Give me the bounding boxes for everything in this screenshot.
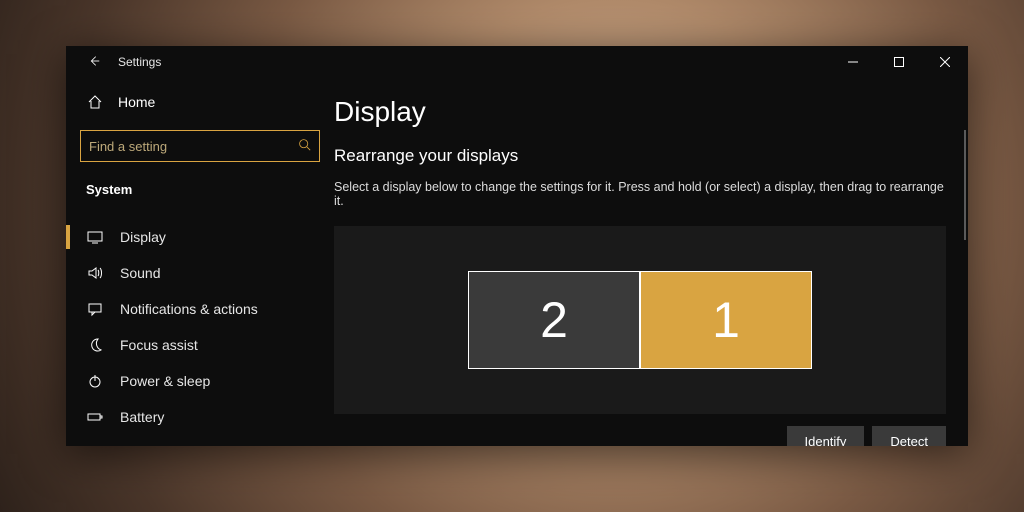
moon-icon — [86, 337, 104, 353]
monitor-2[interactable]: 2 — [468, 271, 640, 369]
minimize-button[interactable] — [830, 46, 876, 78]
maximize-icon — [894, 57, 904, 67]
search-icon — [298, 138, 311, 154]
sidebar-item-label: Sound — [120, 265, 160, 281]
page-title: Display — [334, 96, 946, 128]
power-icon — [86, 373, 104, 389]
close-button[interactable] — [922, 46, 968, 78]
search-input[interactable] — [89, 139, 298, 154]
speaker-icon — [86, 265, 104, 281]
sidebar-item-label: Notifications & actions — [120, 301, 258, 317]
back-button[interactable] — [74, 54, 114, 71]
sidebar-item-focus-assist[interactable]: Focus assist — [66, 327, 320, 363]
battery-icon — [86, 409, 104, 425]
close-icon — [940, 57, 950, 67]
sidebar-home[interactable]: Home — [80, 88, 320, 116]
search-box[interactable] — [80, 130, 320, 162]
sidebar-item-label: Power & sleep — [120, 373, 210, 389]
sidebar-item-sound[interactable]: Sound — [66, 255, 320, 291]
display-buttons-row: Identify Detect — [334, 426, 946, 446]
sidebar-item-display[interactable]: Display — [66, 219, 320, 255]
monitor-label: 1 — [712, 291, 740, 349]
minimize-icon — [848, 57, 858, 67]
section-subtitle: Rearrange your displays — [334, 146, 946, 166]
back-arrow-icon — [87, 54, 101, 68]
sidebar-item-power-sleep[interactable]: Power & sleep — [66, 363, 320, 399]
titlebar: Settings — [66, 46, 968, 78]
sidebar-item-label: Focus assist — [120, 337, 198, 353]
identify-button[interactable]: Identify — [787, 426, 865, 446]
settings-window: Settings Home System — [66, 46, 968, 446]
sidebar-category: System — [80, 178, 320, 201]
sidebar-nav: Display Sound Notifications & actions — [66, 219, 320, 435]
scrollbar[interactable] — [964, 130, 966, 240]
message-icon — [86, 301, 104, 317]
monitor-icon — [86, 229, 104, 245]
main-content: Display Rearrange your displays Select a… — [334, 78, 968, 446]
app-title: Settings — [118, 55, 161, 69]
monitor-1[interactable]: 1 — [640, 271, 812, 369]
sidebar: Home System Display — [66, 78, 334, 446]
home-icon — [86, 94, 104, 110]
sidebar-item-label: Display — [120, 229, 166, 245]
sidebar-item-battery[interactable]: Battery — [66, 399, 320, 435]
display-arrangement-canvas[interactable]: 2 1 — [334, 226, 946, 414]
section-description: Select a display below to change the set… — [334, 180, 946, 208]
maximize-button[interactable] — [876, 46, 922, 78]
detect-button[interactable]: Detect — [872, 426, 946, 446]
monitor-label: 2 — [540, 291, 568, 349]
sidebar-home-label: Home — [118, 94, 155, 110]
sidebar-item-label: Battery — [120, 409, 164, 425]
sidebar-item-notifications[interactable]: Notifications & actions — [66, 291, 320, 327]
